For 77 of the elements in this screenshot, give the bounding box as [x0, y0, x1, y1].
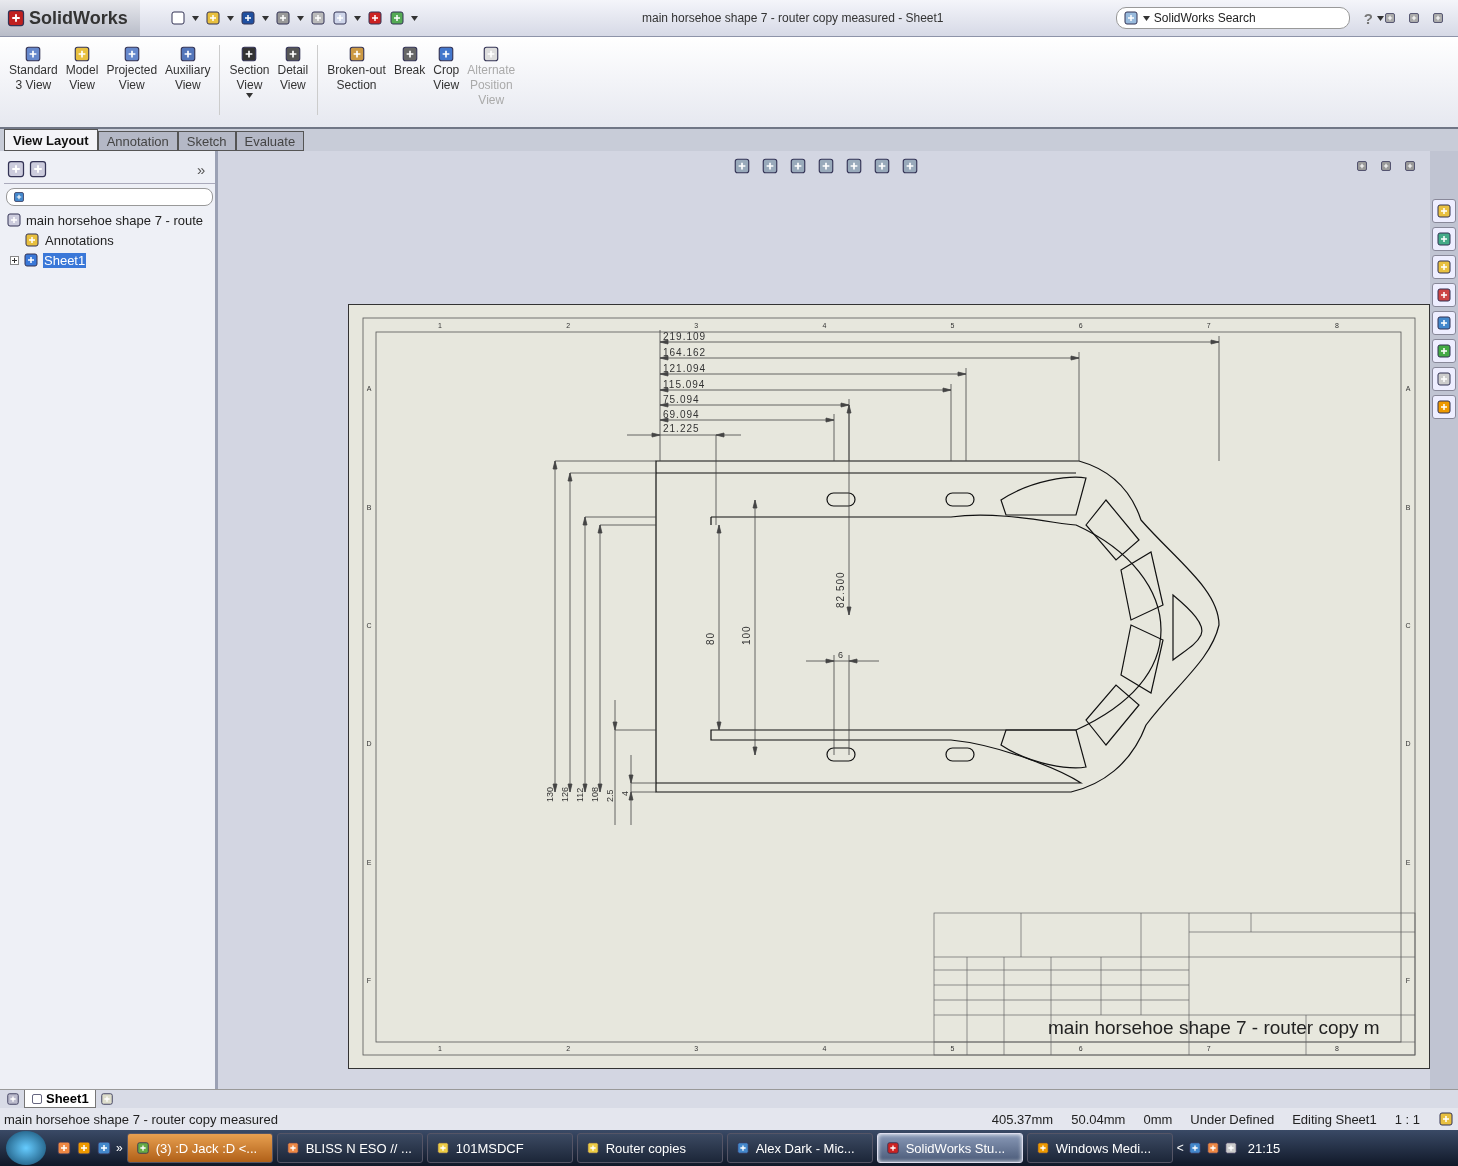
dimension-value: 100 [741, 625, 753, 645]
ribbon-button[interactable]: Auxiliary View [162, 45, 214, 93]
help-button[interactable]: ? [1359, 9, 1377, 27]
dimension-value: 219.109 [663, 331, 707, 342]
dimension-value: 112 [575, 787, 586, 802]
caret-icon[interactable] [1377, 15, 1384, 21]
task-pane-button[interactable] [1432, 227, 1457, 251]
expand-button[interactable]: » [191, 159, 212, 179]
dimension-value: 69.094 [663, 409, 700, 420]
taskbar-button[interactable]: 101MSDCF [426, 1133, 573, 1163]
command-tab[interactable]: Evaluate [235, 131, 305, 151]
dimension-value: 80 [705, 631, 717, 645]
task-pane-button[interactable] [1432, 339, 1457, 363]
filter-field[interactable] [6, 188, 214, 206]
task-pane-button[interactable] [1432, 283, 1457, 307]
dimension-value: 115.094 [663, 379, 706, 390]
ribbon-button[interactable]: Section View [226, 45, 273, 98]
ribbon-button[interactable]: Detail View [274, 45, 312, 93]
taskbar-button[interactable]: Alex Dark - Mic... [726, 1133, 873, 1163]
caret-icon[interactable] [191, 15, 199, 21]
command-tab[interactable]: Annotation [97, 131, 178, 151]
caret-icon[interactable] [245, 93, 253, 98]
task-pane-button[interactable] [1432, 395, 1457, 419]
status-field: 405.37mm [991, 1111, 1054, 1127]
dimension-value: 75.094 [663, 394, 700, 405]
task-pane-button[interactable] [1432, 199, 1457, 223]
ribbon-button[interactable]: Projected View [103, 45, 161, 93]
status-field: 50.04mm [1071, 1111, 1126, 1127]
command-tab[interactable]: Sketch [177, 131, 236, 151]
search-placeholder: SolidWorks Search [1153, 11, 1256, 25]
clock: 21:15 [1247, 1140, 1281, 1156]
ribbon-button[interactable]: Model View [62, 45, 102, 93]
dimension-value: 121.094 [663, 363, 707, 374]
ribbon-button[interactable]: Standard 3 View [6, 45, 61, 93]
dimension-value: 108 [590, 786, 601, 802]
command-tab[interactable]: View Layout [4, 129, 98, 151]
expand-icon[interactable] [10, 255, 19, 265]
status-field: 0mm [1143, 1111, 1173, 1127]
caret-icon[interactable] [226, 15, 234, 21]
tree-item[interactable]: Annotations [44, 232, 115, 248]
ribbon-button[interactable]: Crop View [430, 45, 463, 93]
taskbar-button[interactable]: SolidWorks Stu... [876, 1133, 1023, 1163]
status-field: Editing Sheet1 [1292, 1111, 1377, 1127]
dimension-value: 21.225 [663, 423, 700, 434]
taskbar-button[interactable]: BLISS N ESO // ... [276, 1133, 423, 1163]
dimension-value: 2.5 [605, 789, 616, 802]
window-title: main horsehoe shape 7 - router copy measured - Sheet1 [641, 11, 945, 25]
caret-icon[interactable] [353, 15, 361, 21]
caret-icon[interactable] [1142, 15, 1150, 21]
ribbon-button[interactable]: Broken-out Section [324, 45, 389, 93]
tree-item[interactable]: Sheet1 [43, 252, 87, 268]
status-text: main horsehoe shape 7 - router copy measured [4, 1111, 279, 1127]
dimension-value: 126 [560, 786, 571, 802]
task-pane-button[interactable] [1432, 311, 1457, 335]
dimension-value: 4 [620, 791, 631, 796]
quick-launch-more[interactable]: » [116, 1141, 123, 1155]
task-pane-button[interactable] [1432, 367, 1457, 391]
status-field: Under Defined [1190, 1111, 1275, 1127]
task-pane-button[interactable] [1432, 255, 1457, 279]
search-field[interactable]: SolidWorks Search [1115, 7, 1350, 29]
taskbar-button[interactable]: Router copies [576, 1133, 723, 1163]
dimension-value: 164.162 [663, 347, 707, 358]
caret-icon[interactable] [296, 15, 304, 21]
ribbon-button[interactable]: Break [390, 45, 429, 78]
status-field: 1 : 1 [1394, 1111, 1420, 1127]
caret-icon[interactable] [410, 15, 418, 21]
tree-item[interactable]: main horsehoe shape 7 - route [26, 212, 204, 228]
start-button[interactable] [6, 1131, 46, 1165]
caret-icon[interactable] [261, 15, 269, 21]
drawing-title: main horsehoe shape 7 - router copy m [1048, 1017, 1380, 1038]
dimension-value: 130 [545, 786, 556, 802]
dimension-value: 82.500 [835, 571, 847, 608]
app-name: SolidWorks [29, 7, 128, 29]
taskbar-button[interactable]: Windows Medi... [1026, 1133, 1173, 1163]
sheet-tab[interactable]: Sheet1 [24, 1090, 96, 1108]
dimension-value: 6 [838, 650, 844, 660]
tray-expand[interactable]: < [1176, 1141, 1184, 1155]
